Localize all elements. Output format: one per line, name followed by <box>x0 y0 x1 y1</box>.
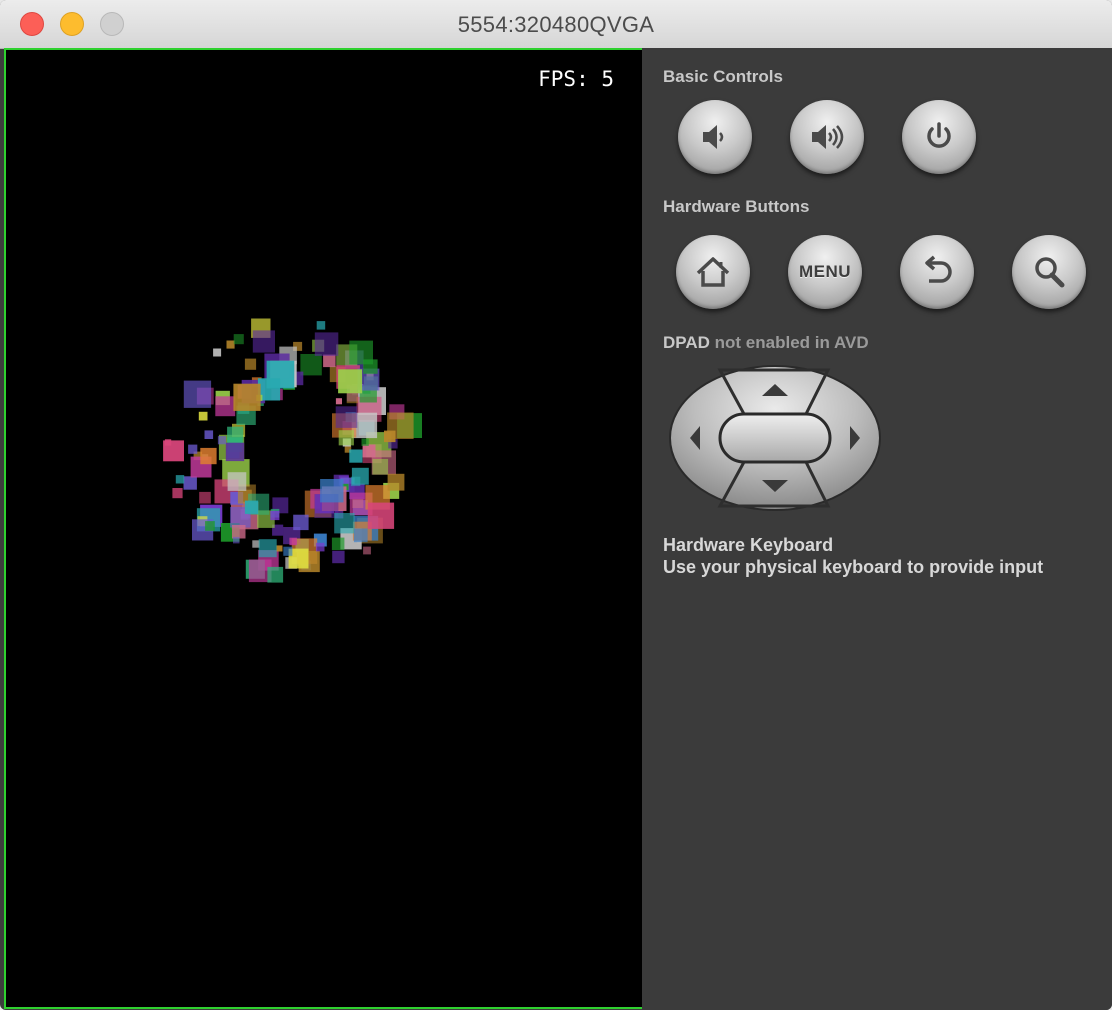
sprite-particle <box>367 502 395 529</box>
sprite-particle <box>332 550 345 564</box>
sprite-particle <box>316 321 326 330</box>
dpad-center-button[interactable] <box>718 412 832 464</box>
volume-down-icon <box>703 125 724 149</box>
sprite-particle <box>334 513 355 534</box>
sprite-particle <box>252 330 275 353</box>
sprite-particle <box>338 430 354 446</box>
sprite-particle <box>215 396 236 417</box>
hardware-keyboard-subtitle: Use your physical keyboard to provide in… <box>663 557 1044 577</box>
sprite-particle <box>252 540 260 548</box>
sprite-particle <box>183 380 212 408</box>
sprite-particle <box>363 546 371 555</box>
sprite-particle <box>361 438 369 446</box>
sprite-particle <box>338 369 363 394</box>
sprite-particle <box>349 449 363 463</box>
sprite-particle <box>233 383 261 411</box>
emulator-window: 5554:320480QVGA FPS: 5 Basic Controls Ha… <box>0 0 1112 1010</box>
sprite-particle <box>362 444 376 458</box>
sprite-particle <box>315 542 325 552</box>
dpad-heading-rest: not enabled in AVD <box>709 333 869 352</box>
sprite-particle <box>204 430 214 439</box>
sprite-particle <box>384 430 396 443</box>
sprite-particle <box>227 426 244 443</box>
dpad <box>669 365 881 511</box>
sprite-particle <box>232 525 246 539</box>
volume-down-button[interactable] <box>678 100 752 174</box>
title-bar[interactable]: 5554:320480QVGA <box>0 0 1112 49</box>
sprite-particle <box>188 444 198 454</box>
sprite-particle <box>233 334 244 345</box>
sprite-particle <box>233 536 240 544</box>
sprite-particle <box>205 521 215 531</box>
home-icon <box>696 257 730 287</box>
emulator-screen[interactable]: FPS: 5 <box>4 48 644 1009</box>
sprite-particle <box>293 514 309 531</box>
back-arrow-icon <box>925 255 952 283</box>
sprite-particle <box>244 500 259 514</box>
controls-panel: Basic Controls Hardware Buttons MENU DPA… <box>642 48 1112 1010</box>
sprite-particle <box>353 528 368 543</box>
sprite-particle <box>172 488 183 499</box>
sprite-particle <box>200 447 217 465</box>
search-button[interactable] <box>1012 235 1086 309</box>
sprite-particle <box>225 442 245 462</box>
sprite-particle <box>276 545 283 552</box>
basic-controls-heading: Basic Controls <box>663 67 783 86</box>
hardware-buttons-heading: Hardware Buttons <box>663 197 810 216</box>
sprite-particle <box>335 406 358 428</box>
sprite-particle <box>198 411 208 421</box>
power-button[interactable] <box>902 100 976 174</box>
sprite-particle <box>199 491 211 504</box>
sprite-particle <box>226 340 235 349</box>
volume-up-button[interactable] <box>790 100 864 174</box>
window-title: 5554:320480QVGA <box>457 12 655 37</box>
volume-up-icon <box>812 125 844 149</box>
sprite-particle <box>387 473 405 491</box>
sprite-animation <box>163 318 422 583</box>
search-icon <box>1035 257 1065 288</box>
sprite-particle <box>217 436 227 445</box>
sprite-particle <box>335 398 342 405</box>
sprite-particle <box>346 391 359 404</box>
sprite-particle <box>227 472 247 491</box>
sprite-particle <box>267 566 284 583</box>
sprite-particle <box>258 539 277 558</box>
sprite-particle <box>183 476 197 490</box>
sprite-particle <box>283 546 293 556</box>
dpad-heading-strong: DPAD <box>663 333 710 352</box>
power-icon <box>927 122 951 148</box>
fps-counter: FPS: 5 <box>538 67 614 91</box>
sprite-particle <box>320 479 344 503</box>
menu-button[interactable]: MENU <box>788 235 862 309</box>
sprite-particle <box>300 354 322 376</box>
sprite-particle <box>289 537 297 546</box>
sprite-particle <box>350 476 361 487</box>
sprite-particle <box>349 340 373 365</box>
sprite-particle <box>244 358 257 370</box>
home-button[interactable] <box>676 235 750 309</box>
hardware-keyboard-title: Hardware Keyboard <box>663 535 834 555</box>
sprite-particle <box>314 332 339 356</box>
dpad-heading: DPAD not enabled in AVD <box>663 333 869 353</box>
sprite-particle <box>164 439 172 446</box>
sprite-particle <box>323 354 336 368</box>
menu-button-label: MENU <box>798 262 852 281</box>
back-button[interactable] <box>900 235 974 309</box>
sprite-particle <box>270 511 280 521</box>
sprite-particle <box>175 475 185 484</box>
sprite-particle <box>331 537 345 551</box>
sprite-particle <box>213 348 222 357</box>
sprite-particle <box>372 458 389 475</box>
